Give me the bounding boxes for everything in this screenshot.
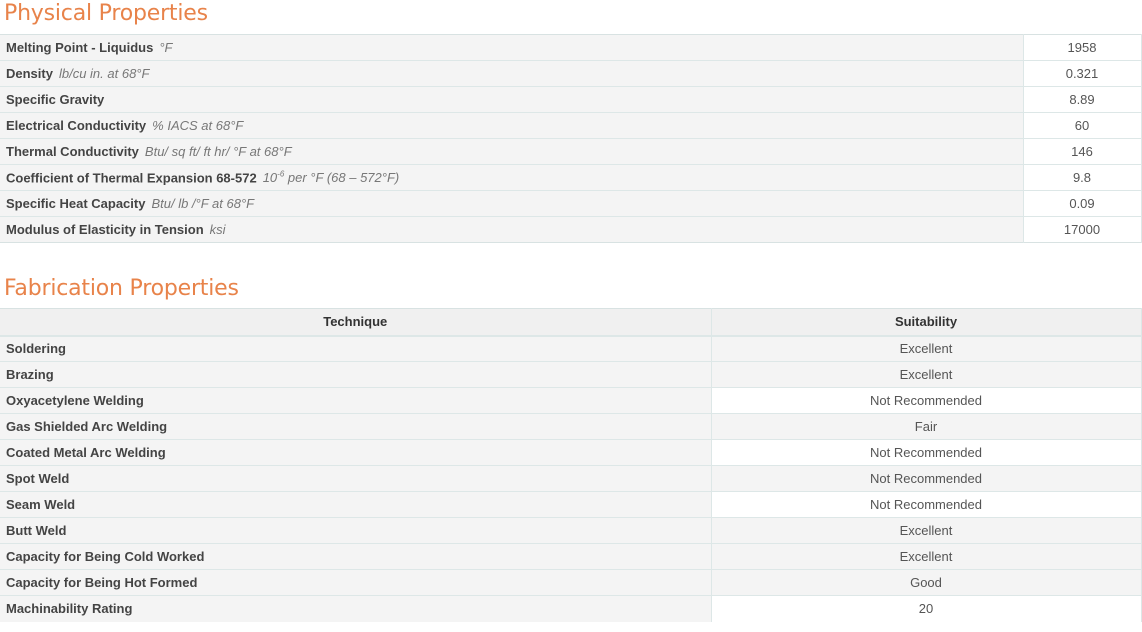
suitability-cell: Good [710,569,1142,596]
suitability-cell: Not Recommended [710,387,1142,414]
property-unit: Btu/ sq ft/ ft hr/ °F at 68°F [144,144,292,159]
table-row: Capacity for Being Hot Formed Good [0,569,1142,596]
suitability-cell: 20 [710,595,1142,622]
table-row: Spot Weld Not Recommended [0,465,1142,492]
property-value: 0.321 [1022,60,1142,87]
table-row: Coated Metal Arc Welding Not Recommended [0,439,1142,466]
table-row: Brazing Excellent [0,361,1142,388]
technique-cell: Seam Weld [0,491,711,518]
property-label: Electrical Conductivity [6,118,147,133]
table-row: Thermal Conductivity Btu/ sq ft/ ft hr/ °… [0,138,1142,165]
property-label: Modulus of Elasticity in Tension [6,222,204,237]
table-row: Machinability Rating 20 [0,595,1142,622]
table-row: Gas Shielded Arc Welding Fair [0,413,1142,440]
table-row: Specific Heat Capacity Btu/ lb /°F at 68°… [0,190,1142,217]
property-unit: Btu/ lb /°F at 68°F [151,196,255,211]
property-value: 60 [1022,112,1142,139]
table-row: Density lb/cu in. at 68°F 0.321 [0,60,1142,87]
technique-cell: Brazing [0,361,711,388]
suitability-cell: Excellent [710,517,1142,544]
technique-cell: Machinability Rating [0,595,711,622]
technique-cell: Gas Shielded Arc Welding [0,413,711,440]
property-label: Thermal Conductivity [6,144,139,159]
property-label: Specific Heat Capacity [6,196,146,211]
technique-cell: Butt Weld [0,517,711,544]
suitability-cell: Not Recommended [710,491,1142,518]
technique-cell: Capacity for Being Hot Formed [0,569,711,596]
table-row: Capacity for Being Cold Worked Excellent [0,543,1142,570]
table-row: Melting Point - Liquidus °F 1958 [0,34,1142,61]
technique-cell: Soldering [0,335,711,362]
table-row: Oxyacetylene Welding Not Recommended [0,387,1142,414]
property-value: 0.09 [1022,190,1142,217]
technique-cell: Capacity for Being Cold Worked [0,543,711,570]
property-value: 1958 [1022,34,1142,61]
suitability-cell: Excellent [710,543,1142,570]
table-row: Soldering Excellent [0,335,1142,362]
property-label: Density [6,66,53,81]
property-unit: °F [159,40,173,55]
fabrication-properties-title: Fabrication Properties [4,276,239,301]
property-value: 8.89 [1022,86,1142,113]
technique-cell: Coated Metal Arc Welding [0,439,711,466]
physical-properties-table: Melting Point - Liquidus °F 1958 Density l… [0,34,1142,243]
suitability-cell: Not Recommended [710,439,1142,466]
table-row: Coefficient of Thermal Expansion 68-572 1… [0,164,1142,191]
table-row: Modulus of Elasticity in Tension ksi 1700… [0,216,1142,243]
property-value: 17000 [1022,216,1142,243]
property-unit: % IACS at 68°F [152,118,244,133]
suitability-cell: Excellent [710,361,1142,388]
table-row: Electrical Conductivity % IACS at 68°F 60 [0,112,1142,139]
technique-cell: Spot Weld [0,465,711,492]
property-label: Specific Gravity [6,92,105,107]
suitability-cell: Excellent [710,335,1142,362]
technique-cell: Oxyacetylene Welding [0,387,711,414]
table-row: Butt Weld Excellent [0,517,1142,544]
property-unit: lb/cu in. at 68°F [58,66,150,81]
physical-properties-title: Physical Properties [4,1,208,26]
property-label: Coefficient of Thermal Expansion 68-572 [6,170,257,186]
fabrication-properties-table: Technique Suitability Soldering Excellen… [0,308,1142,622]
suitability-column-header: Suitability [710,308,1142,337]
table-row: Specific Gravity 8.89 [0,86,1142,113]
suitability-cell: Not Recommended [710,465,1142,492]
technique-column-header: Technique [0,308,711,337]
table-row: Seam Weld Not Recommended [0,491,1142,518]
table-header-row: Technique Suitability [0,308,1142,337]
property-unit: ksi [209,222,226,237]
property-label: Melting Point - Liquidus [6,40,154,55]
property-unit: 10-6 per °F (68 – 572°F) [262,169,400,186]
property-value: 146 [1022,138,1142,165]
property-value: 9.8 [1022,164,1142,191]
suitability-cell: Fair [710,413,1142,440]
